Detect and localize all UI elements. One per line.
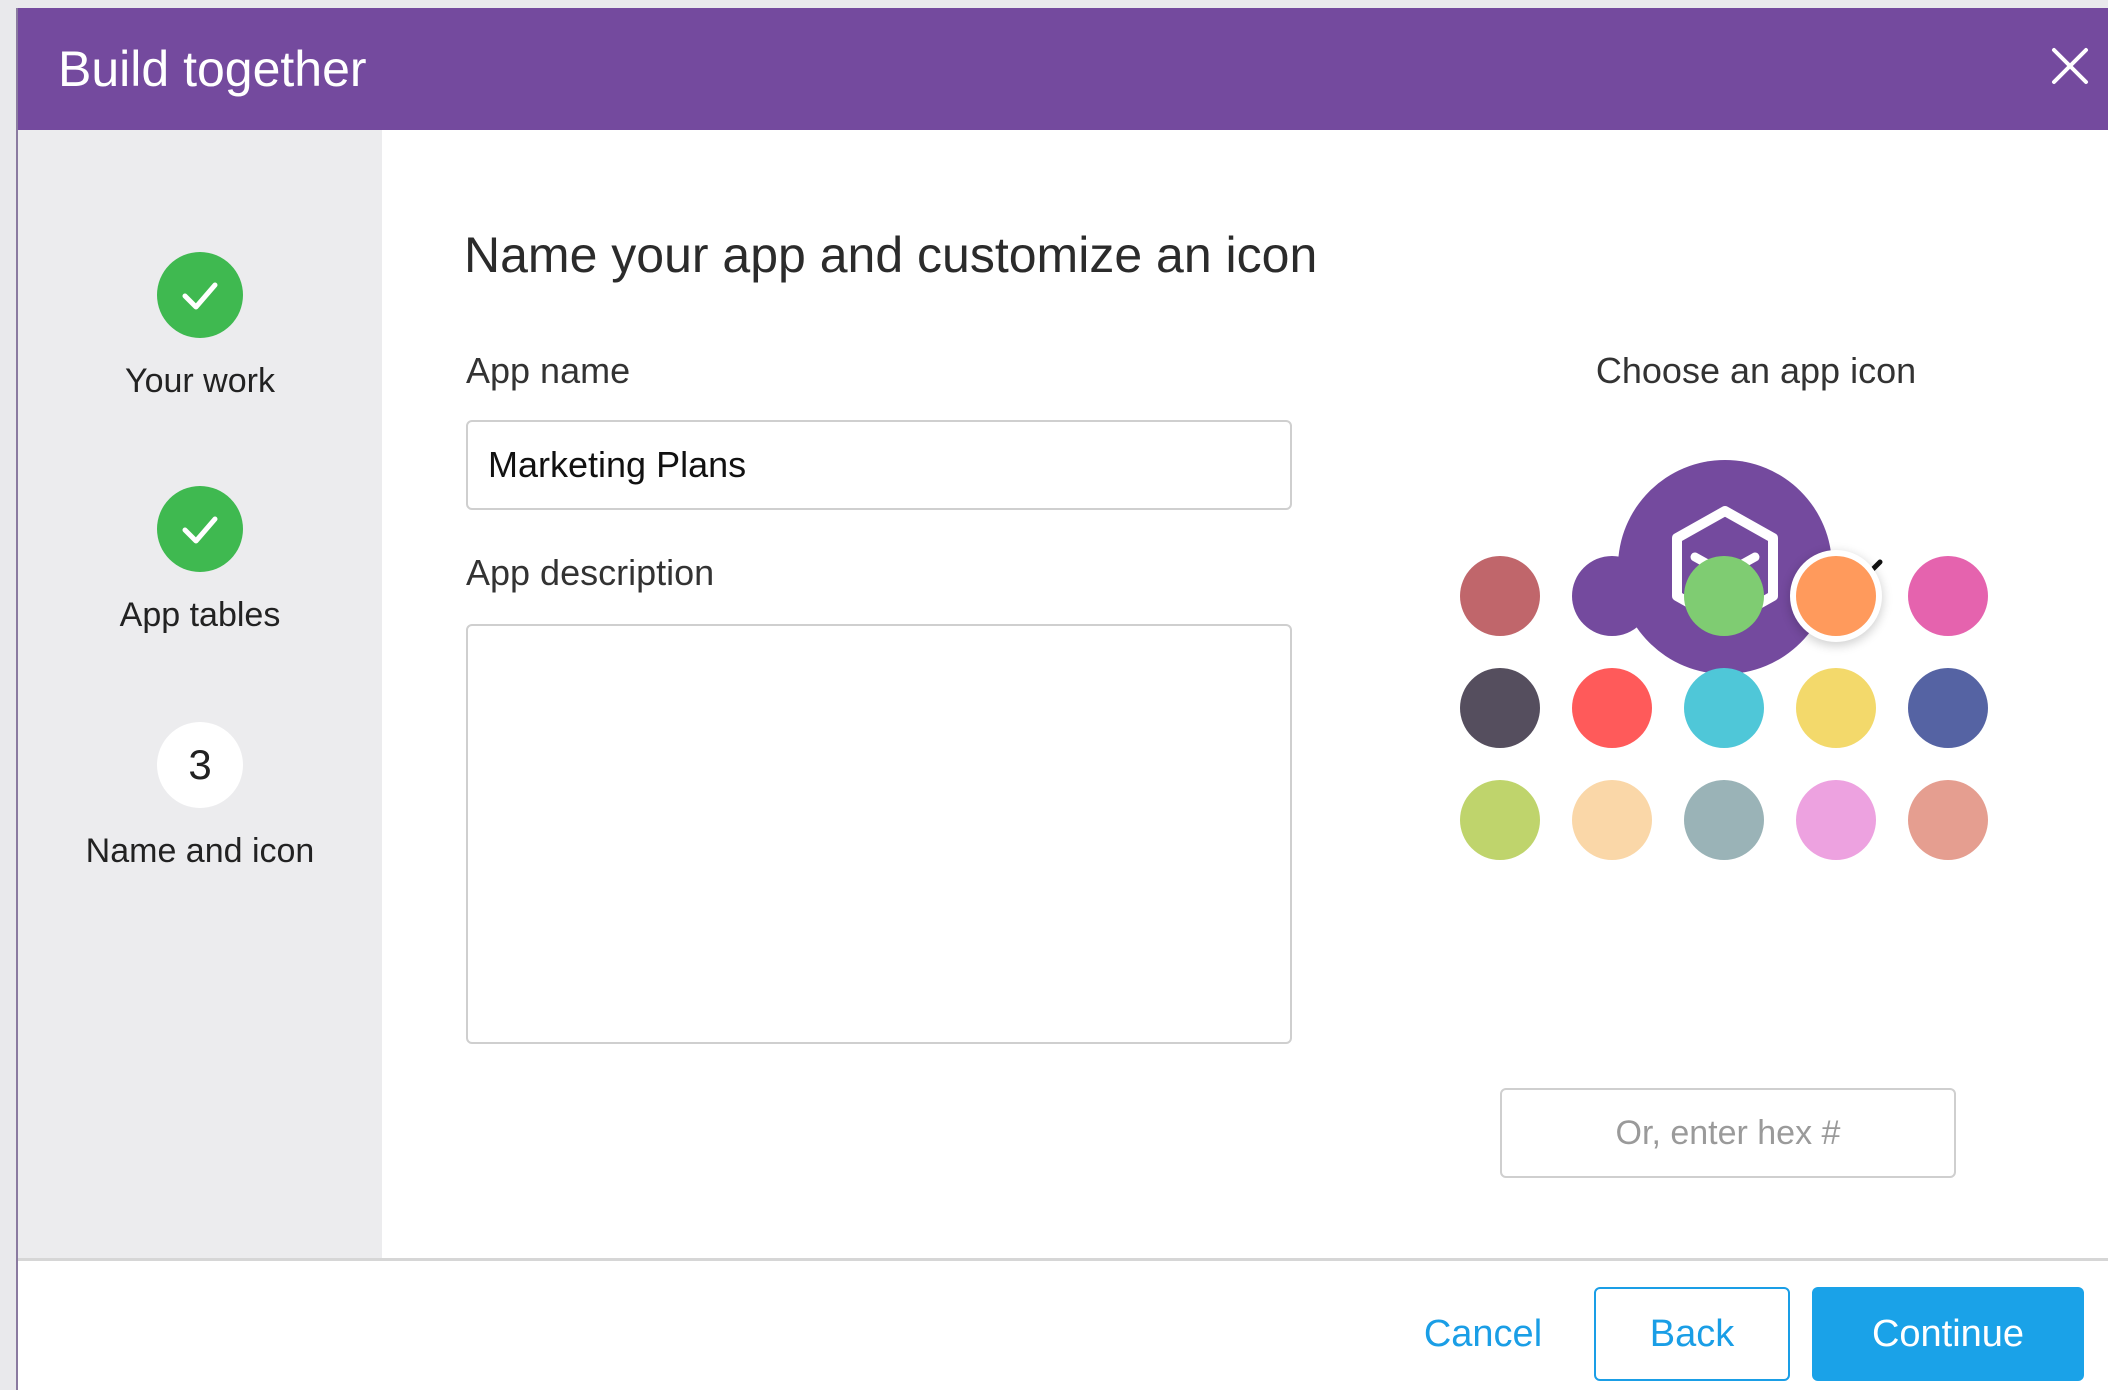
close-icon[interactable] [2042,38,2098,94]
cancel-button[interactable]: Cancel [1398,1287,1568,1381]
color-swatch[interactable] [1908,668,1988,748]
back-button[interactable]: Back [1594,1287,1790,1381]
color-swatch[interactable] [1572,668,1652,748]
app-description-label: App description [466,552,715,593]
choose-icon-label: Choose an app icon [1595,350,1917,391]
steps-sidebar: Your work App tables 3 Name and icon [18,130,382,1258]
color-swatch[interactable] [1460,780,1540,860]
color-swatch[interactable] [1572,556,1652,636]
color-swatch[interactable] [1908,556,1988,636]
app-name-label: App name [466,350,631,391]
dialog-header: Build together [18,8,2108,130]
hex-color-input[interactable] [1500,1088,1956,1178]
color-swatch[interactable] [1796,780,1876,860]
step-label: Your work [125,362,275,400]
step-app-tables: App tables [18,486,382,635]
color-swatch[interactable] [1460,668,1540,748]
page-title: Name your app and customize an icon [464,227,1318,283]
step-label: App tables [119,596,281,634]
color-swatch[interactable] [1796,556,1876,636]
app-description-input[interactable] [466,624,1292,1044]
step-number: 3 [157,722,243,808]
color-swatch[interactable] [1908,780,1988,860]
step-name-and-icon: 3 Name and icon [18,722,382,871]
check-icon [157,252,243,338]
color-swatch[interactable] [1460,556,1540,636]
dialog-title: Build together [58,41,367,97]
color-swatch[interactable] [1684,556,1764,636]
main-content: Name your app and customize an icon App … [382,130,2108,1258]
step-your-work: Your work [18,252,382,401]
step-label: Name and icon [85,832,315,870]
color-swatch[interactable] [1796,668,1876,748]
build-together-dialog: Build together Your work App tables 3 Na… [16,8,2108,1390]
continue-button[interactable]: Continue [1812,1287,2084,1381]
check-icon [157,486,243,572]
app-name-input[interactable] [466,420,1292,510]
color-swatch[interactable] [1572,780,1652,860]
color-swatch[interactable] [1684,668,1764,748]
dialog-footer: Cancel Back Continue [18,1258,2108,1390]
color-swatch[interactable] [1684,780,1764,860]
